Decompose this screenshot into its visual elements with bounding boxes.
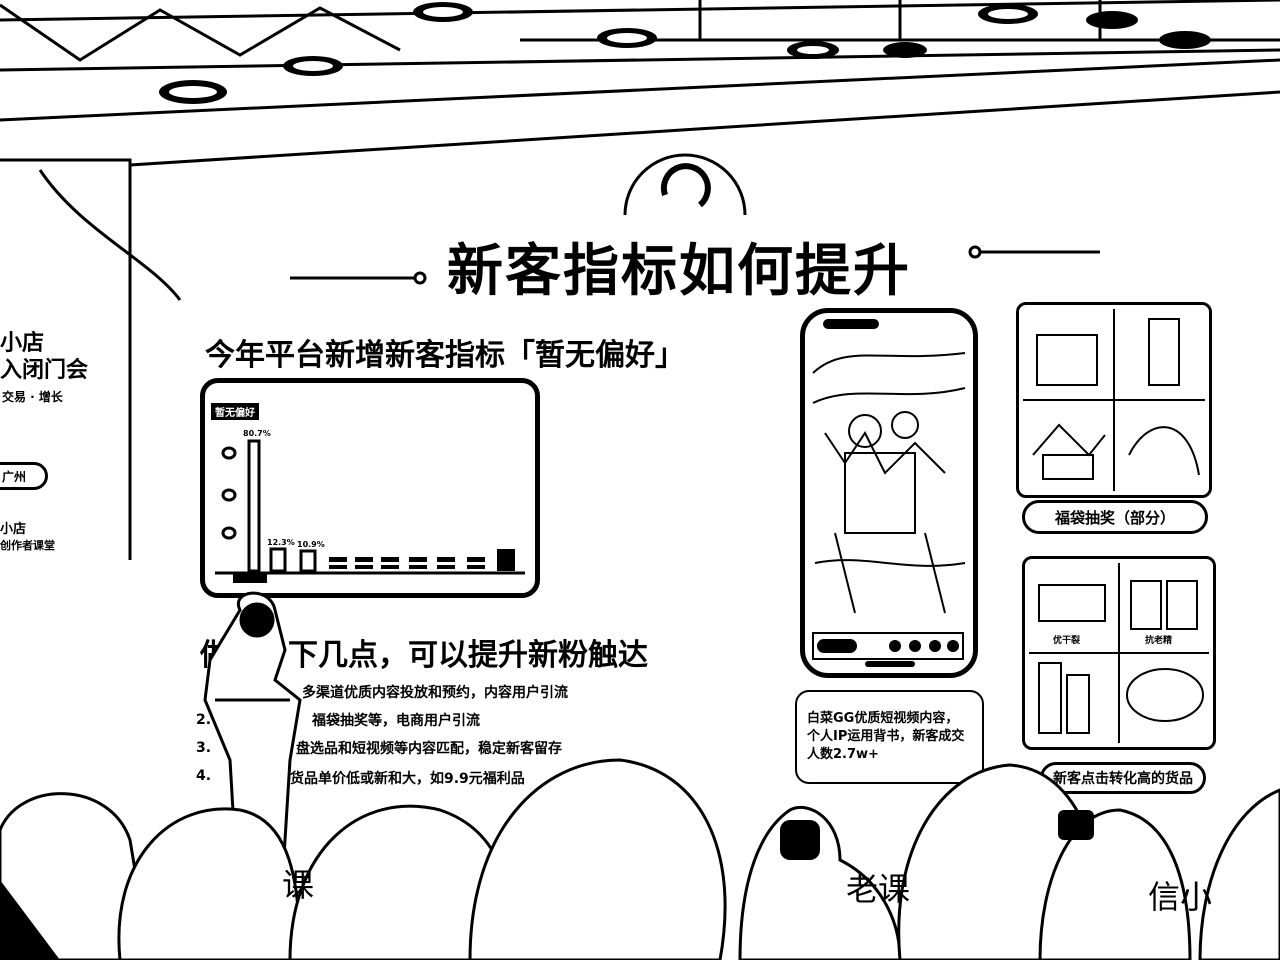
hall-text-a: 课	[282, 866, 315, 904]
people-silhouettes	[0, 591, 1280, 960]
hall-text-b: 老课	[846, 870, 911, 908]
hall-text-c: 信小	[1148, 878, 1213, 916]
